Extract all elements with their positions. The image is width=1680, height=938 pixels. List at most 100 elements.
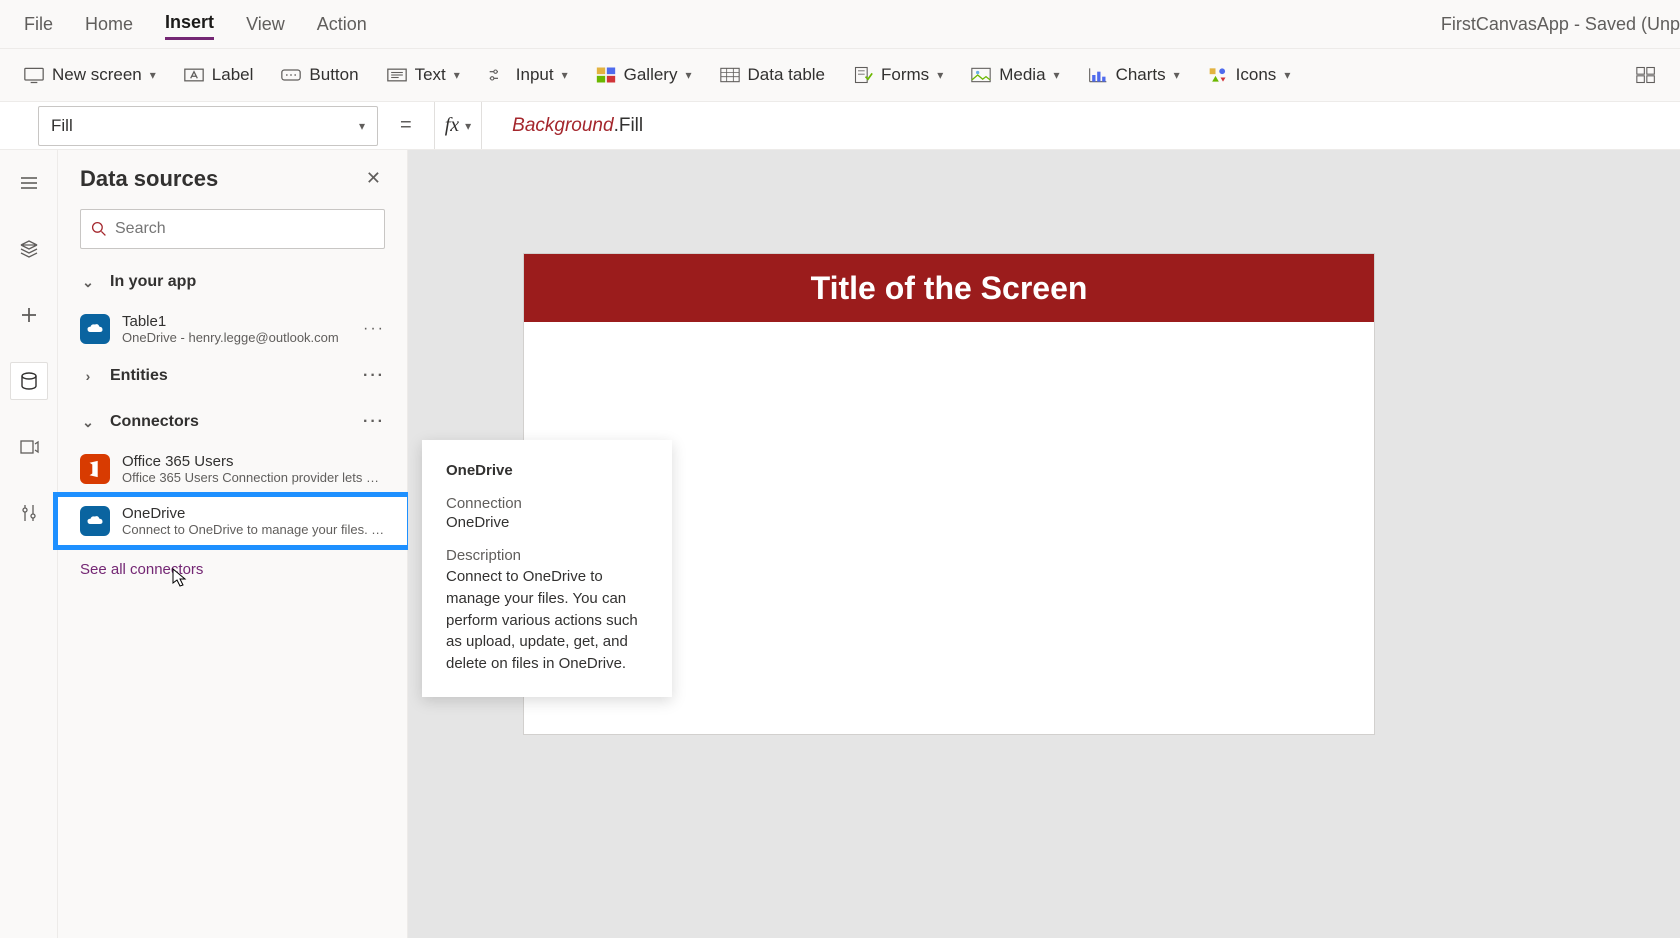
tooltip-connection-value: OneDrive — [446, 514, 648, 531]
item-name: Office 365 Users — [122, 453, 385, 470]
menu-action[interactable]: Action — [317, 10, 367, 39]
tooltip-description-label: Description — [446, 547, 648, 564]
left-rail — [0, 150, 58, 938]
label-icon — [184, 66, 204, 84]
rail-insert[interactable] — [10, 296, 48, 334]
gallery-button[interactable]: Gallery ▾ — [596, 65, 692, 85]
chevron-down-icon: ⌄ — [80, 274, 96, 291]
search-box[interactable] — [80, 209, 385, 249]
tooltip-description-value: Connect to OneDrive to manage your files… — [446, 566, 648, 675]
equals-sign: = — [396, 114, 416, 137]
rail-data[interactable] — [10, 362, 48, 400]
media-button[interactable]: Media ▾ — [971, 65, 1059, 85]
chevron-down-icon: ▾ — [465, 119, 471, 133]
section-label: Entities — [110, 367, 168, 385]
formula-token-property: .Fill — [614, 115, 644, 137]
section-label: In your app — [110, 273, 196, 291]
menu-file[interactable]: File — [24, 10, 53, 39]
new-screen-button[interactable]: New screen ▾ — [24, 65, 156, 85]
data-table-button[interactable]: Data table — [720, 65, 826, 85]
item-sub: OneDrive - henry.legge@outlook.com — [122, 330, 351, 345]
app-title: FirstCanvasApp - Saved (Unp — [1441, 0, 1680, 48]
onedrive-icon — [80, 314, 110, 344]
formula-input[interactable]: Background.Fill — [500, 102, 1656, 149]
menu-view[interactable]: View — [246, 10, 285, 39]
icons-button[interactable]: Icons ▾ — [1208, 65, 1291, 85]
fx-button[interactable]: fx ▾ — [434, 102, 482, 149]
connector-tooltip: OneDrive Connection OneDrive Description… — [422, 440, 672, 697]
fx-label: fx — [445, 114, 459, 137]
charts-button[interactable]: Charts ▾ — [1088, 65, 1180, 85]
see-all-connectors-link[interactable]: See all connectors — [58, 549, 407, 590]
tooltip-connection-label: Connection — [446, 495, 648, 512]
rail-advanced-tools[interactable] — [10, 494, 48, 532]
icons-icon — [1208, 66, 1228, 84]
icons-label: Icons — [1236, 65, 1277, 85]
forms-icon — [853, 66, 873, 84]
section-more-button[interactable]: ··· — [363, 367, 385, 385]
chevron-down-icon: ▾ — [359, 119, 365, 133]
section-in-your-app[interactable]: ⌄ In your app — [58, 259, 407, 305]
chevron-down-icon: ▾ — [454, 68, 460, 82]
item-more-button[interactable]: ··· — [363, 320, 385, 338]
text-label: Text — [415, 65, 446, 85]
button-icon — [281, 66, 301, 84]
forms-button[interactable]: Forms ▾ — [853, 65, 943, 85]
search-input[interactable] — [115, 220, 374, 238]
data-sources-panel: Data sources ✕ ⌄ In your app Table1 OneD… — [58, 150, 408, 938]
chevron-down-icon: ▾ — [1054, 68, 1060, 82]
charts-label: Charts — [1116, 65, 1166, 85]
item-name: OneDrive — [122, 505, 385, 522]
gallery-label: Gallery — [624, 65, 678, 85]
data-source-item[interactable]: Table1 OneDrive - henry.legge@outlook.co… — [58, 305, 407, 353]
data-table-icon — [720, 66, 740, 84]
rail-media[interactable] — [10, 428, 48, 466]
rail-hamburger[interactable] — [10, 164, 48, 202]
data-table-label: Data table — [748, 65, 826, 85]
section-more-button[interactable]: ··· — [363, 413, 385, 431]
input-icon — [488, 66, 508, 84]
section-connectors[interactable]: ⌄ Connectors ··· — [58, 399, 407, 445]
media-icon — [971, 66, 991, 84]
rail-tree-view[interactable] — [10, 230, 48, 268]
connector-item-office365[interactable]: Office 365 Users Office 365 Users Connec… — [58, 445, 407, 493]
label-button[interactable]: Label — [184, 65, 254, 85]
item-sub: Office 365 Users Connection provider let… — [122, 470, 385, 485]
tooltip-title: OneDrive — [446, 462, 648, 479]
section-entities[interactable]: › Entities ··· — [58, 353, 407, 399]
item-sub: Connect to OneDrive to manage your files… — [122, 522, 385, 537]
ribbon: New screen ▾ Label Button Text ▾ Input ▾… — [0, 48, 1680, 102]
formula-bar: Fill ▾ = fx ▾ Background.Fill — [0, 102, 1680, 150]
title-band[interactable]: Title of the Screen — [524, 254, 1374, 322]
layout-grid-icon — [1636, 66, 1656, 84]
new-screen-label: New screen — [52, 65, 142, 85]
section-label: Connectors — [110, 413, 199, 431]
new-screen-icon — [24, 66, 44, 84]
chevron-down-icon: ▾ — [150, 68, 156, 82]
formula-token-object: Background — [512, 115, 613, 137]
input-button[interactable]: Input ▾ — [488, 65, 568, 85]
layout-grid-button[interactable] — [1636, 66, 1656, 84]
property-selector-value: Fill — [51, 116, 73, 136]
label-text: Label — [212, 65, 254, 85]
menu-insert[interactable]: Insert — [165, 8, 214, 40]
chevron-right-icon: › — [80, 368, 96, 384]
chevron-down-icon: ▾ — [562, 68, 568, 82]
property-selector[interactable]: Fill ▾ — [38, 106, 378, 146]
chevron-down-icon: ⌄ — [80, 414, 96, 431]
button-text: Button — [309, 65, 358, 85]
text-icon — [387, 66, 407, 84]
item-name: Table1 — [122, 313, 351, 330]
menu-home[interactable]: Home — [85, 10, 133, 39]
chevron-down-icon: ▾ — [1284, 68, 1290, 82]
connector-item-onedrive[interactable]: OneDrive Connect to OneDrive to manage y… — [58, 497, 407, 545]
charts-icon — [1088, 66, 1108, 84]
panel-close-button[interactable]: ✕ — [362, 164, 385, 193]
menu-bar: File Home Insert View Action FirstCanvas… — [0, 0, 1680, 48]
onedrive-icon — [80, 506, 110, 536]
input-label: Input — [516, 65, 554, 85]
chevron-down-icon: ▾ — [685, 68, 691, 82]
text-button[interactable]: Text ▾ — [387, 65, 460, 85]
button-button[interactable]: Button — [281, 65, 358, 85]
forms-label: Forms — [881, 65, 929, 85]
